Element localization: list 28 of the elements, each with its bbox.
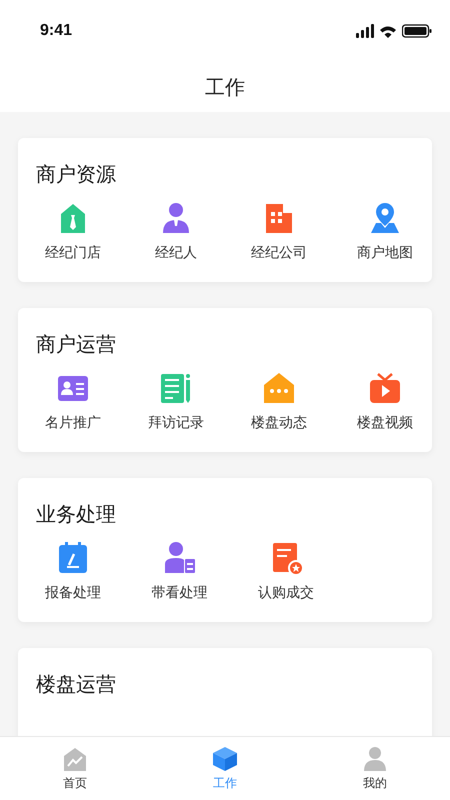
shortcut-button[interactable]: 楼盘视频: [348, 370, 422, 432]
cube-icon: [212, 746, 238, 772]
tab-item[interactable]: 首页: [52, 742, 98, 796]
shortcut-button[interactable]: 楼盘动态: [242, 370, 316, 432]
tv-play-icon: [367, 370, 403, 406]
shortcut-button[interactable]: 拜访记录: [139, 370, 213, 432]
chart-icon: [62, 746, 88, 772]
house-dots-icon: [261, 370, 297, 406]
shortcut-button[interactable]: 名片推广: [36, 370, 110, 432]
page-title: 工作: [205, 74, 245, 100]
wifi-icon: [380, 24, 396, 38]
person-icon: [362, 746, 388, 772]
status-time: 9:41: [40, 22, 72, 40]
shortcut-button[interactable]: 带看处理: [142, 540, 216, 602]
shortcut-button[interactable]: 经纪公司: [242, 200, 316, 262]
shortcut-button[interactable]: 商户地图: [348, 200, 422, 262]
tab-item[interactable]: 工作: [202, 742, 248, 796]
shortcut-button[interactable]: 经纪人: [139, 200, 213, 262]
shortcut-button[interactable]: 报备处理: [36, 540, 110, 602]
section-title: 业务处理: [36, 502, 117, 526]
tab-item[interactable]: 我的: [352, 742, 398, 796]
shortcut-button[interactable]: 认购成交: [249, 540, 323, 602]
signal-icon: [356, 24, 374, 38]
section-title: 商户资源: [36, 162, 117, 186]
battery-icon: [402, 24, 432, 38]
section-title: 楼盘运营: [36, 672, 117, 696]
section-title: 商户运营: [36, 332, 117, 356]
shortcut-button[interactable]: 经纪门店: [36, 200, 110, 262]
